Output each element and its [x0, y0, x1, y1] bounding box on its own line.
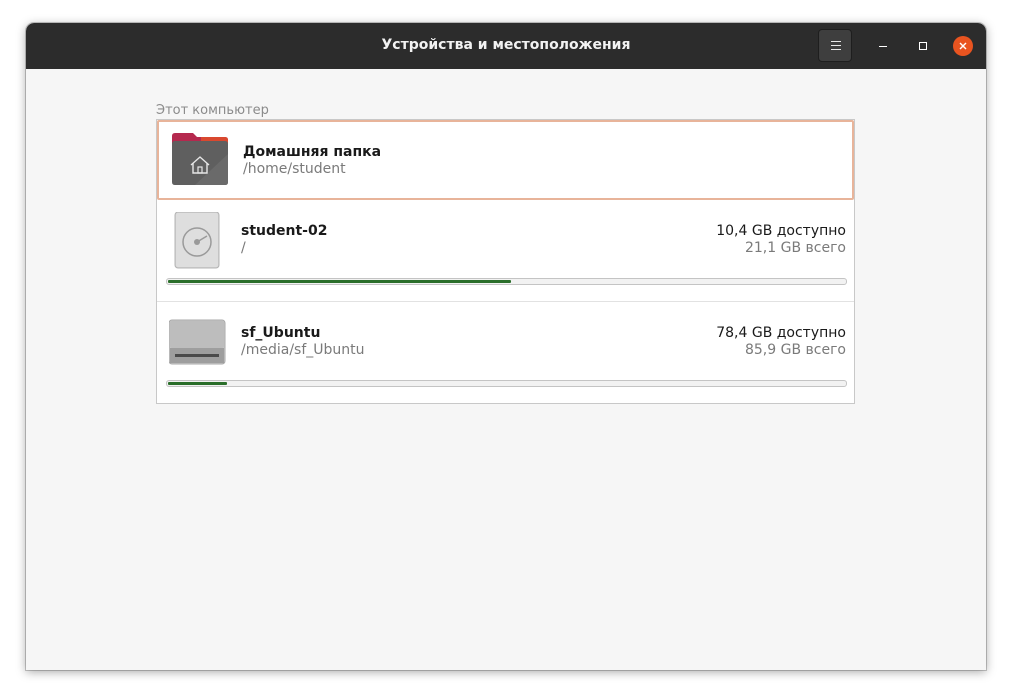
item-name: student-02 [241, 223, 328, 239]
drive-icon [168, 319, 226, 371]
list-item-student-02[interactable]: student-02 / 10,4 GB доступно 21,1 GB вс… [157, 200, 854, 302]
item-path: / [241, 240, 246, 256]
list-item-sf-ubuntu[interactable]: sf_Ubuntu /media/sf_Ubuntu 78,4 GB досту… [157, 302, 854, 404]
hamburger-icon-bar [831, 49, 841, 50]
hamburger-icon-bar [831, 41, 841, 42]
item-path: /home/student [243, 161, 346, 177]
hamburger-icon-bar [831, 45, 841, 46]
usage-bar [166, 380, 847, 387]
usage-bar [166, 278, 847, 285]
usage-fill [168, 280, 511, 283]
total-space: 85,9 GB всего [744, 342, 846, 358]
item-name: Домашняя папка [243, 144, 382, 160]
minimize-button[interactable] [873, 36, 893, 56]
item-name: sf_Ubuntu [241, 325, 321, 341]
menu-button[interactable] [818, 29, 852, 62]
item-path: /media/sf_Ubuntu [241, 342, 365, 358]
usage-fill [168, 382, 227, 385]
app-window: Устройства и местоположения Этот компьют… [26, 23, 986, 670]
locations-list: Домашняя папка /home/student student-02 … [156, 119, 855, 404]
maximize-icon [919, 42, 927, 50]
section-label: Этот компьютер [156, 103, 269, 118]
disk-icon [169, 211, 225, 269]
free-space: 78,4 GB доступно [716, 325, 846, 341]
home-folder-icon [171, 132, 228, 185]
list-item-home[interactable]: Домашняя папка /home/student [157, 120, 854, 200]
total-space: 21,1 GB всего [744, 240, 846, 256]
close-icon [959, 42, 967, 50]
minimize-icon [879, 46, 887, 47]
close-button[interactable] [953, 36, 973, 56]
free-space: 10,4 GB доступно [716, 223, 846, 239]
titlebar[interactable]: Устройства и местоположения [26, 23, 986, 69]
maximize-button[interactable] [913, 36, 933, 56]
